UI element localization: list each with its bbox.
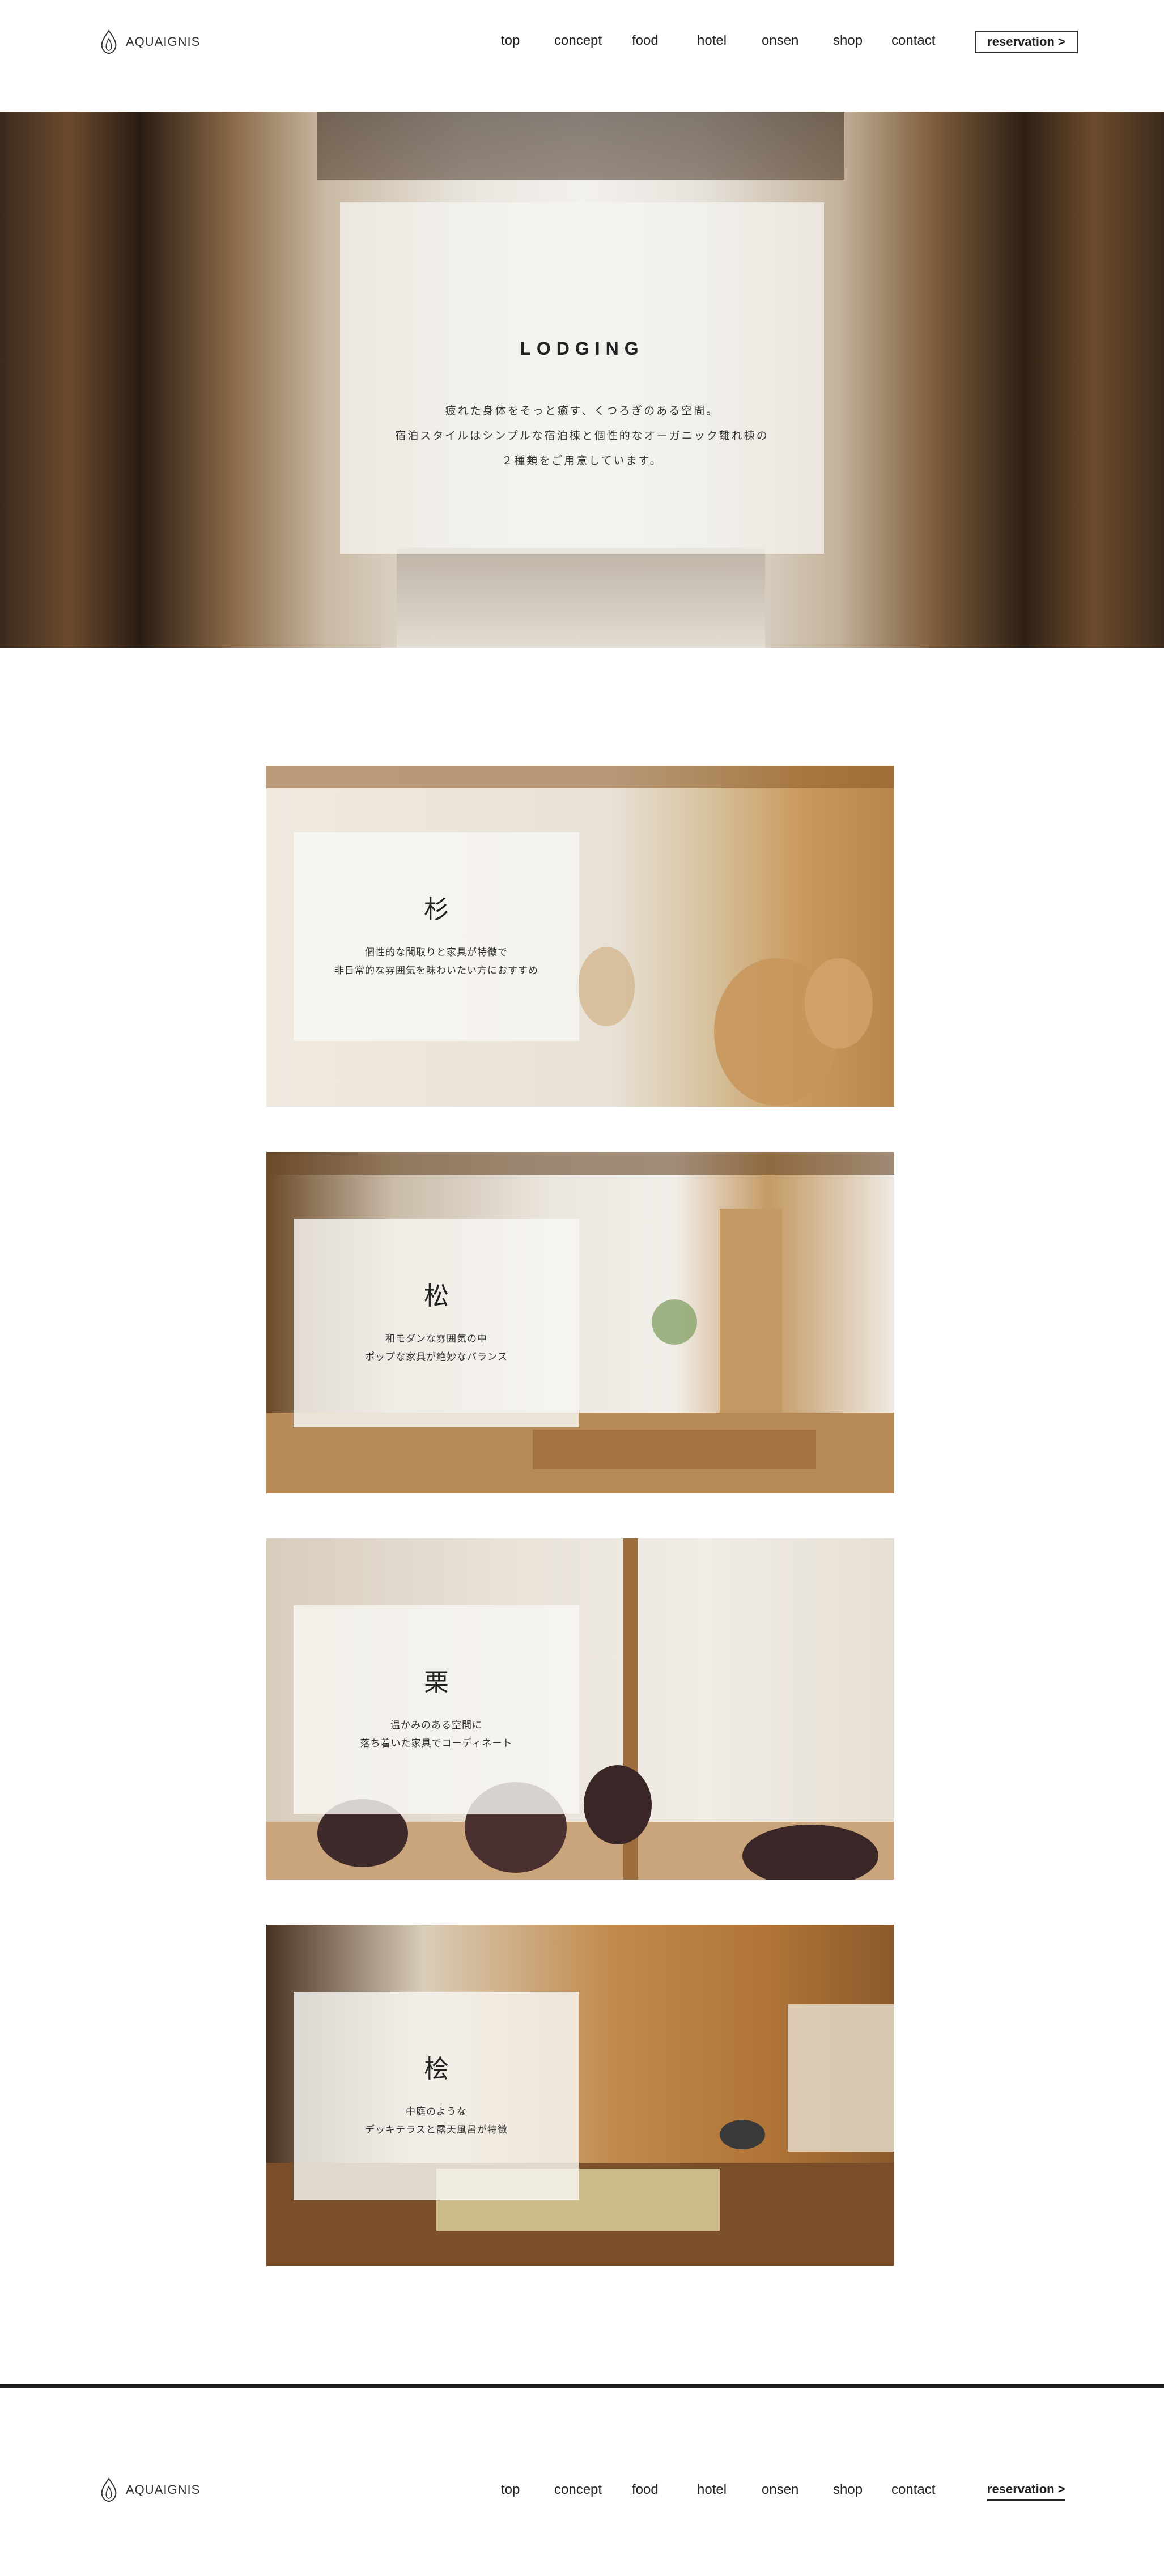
nav-food[interactable]: food	[632, 33, 659, 49]
nav-hotel[interactable]: hotel	[697, 33, 727, 49]
room-info-panel: 栗 温かみのある空間に 落ち着いた家具でコーディネート	[294, 1605, 579, 1814]
room-desc-line: 落ち着いた家具でコーディネート	[360, 1738, 513, 1749]
room-info-panel: 桧 中庭のような デッキテラスと露天風呂が特徴	[294, 1992, 579, 2200]
room-card-hinoki[interactable]: 桧 中庭のような デッキテラスと露天風呂が特徴	[266, 1925, 894, 2266]
room-description: 和モダンな雰囲気の中 ポップな家具が絶妙なバランス	[294, 1330, 579, 1366]
room-desc-line: 非日常的な雰囲気を味わいたい方におすすめ	[334, 965, 538, 976]
room-description: 温かみのある空間に 落ち着いた家具でコーディネート	[294, 1716, 579, 1753]
nav-concept[interactable]: concept	[554, 33, 602, 49]
footer-nav-contact[interactable]: contact	[891, 2482, 935, 2498]
room-desc-line: 温かみのある空間に	[390, 1720, 482, 1731]
room-desc-line: ポップな家具が絶妙なバランス	[365, 1351, 508, 1363]
room-description: 個性的な間取りと家具が特徴で 非日常的な雰囲気を味わいたい方におすすめ	[294, 943, 579, 980]
hero-floor	[397, 548, 765, 648]
room-card-matsu[interactable]: 松 和モダンな雰囲気の中 ポップな家具が絶妙なバランス	[266, 1152, 894, 1493]
site-footer: AQUAIGNIS top concept food hotel onsen s…	[0, 2388, 1164, 2576]
room-info-panel: 松 和モダンな雰囲気の中 ポップな家具が絶妙なバランス	[294, 1219, 579, 1427]
footer-nav-concept[interactable]: concept	[554, 2482, 602, 2498]
site-header: AQUAIGNIS top concept food hotel onsen s…	[0, 0, 1164, 85]
room-desc-line: 和モダンな雰囲気の中	[385, 1333, 487, 1345]
page-title: LODGING	[520, 338, 644, 359]
footer-reservation-link[interactable]: reservation >	[987, 2482, 1065, 2501]
room-name: 松	[424, 1282, 449, 1311]
room-card-sugi[interactable]: 杉 個性的な間取りと家具が特徴で 非日常的な雰囲気を味わいたい方におすすめ	[266, 766, 894, 1107]
nav-contact[interactable]: contact	[891, 33, 935, 49]
room-card-kuri[interactable]: 栗 温かみのある空間に 落ち着いた家具でコーディネート	[266, 1538, 894, 1880]
room-desc-line: デッキテラスと露天風呂が特徴	[365, 2124, 508, 2136]
hero-banner: LODGING 疲れた身体をそっと癒す、くつろぎのある空間。 宿泊スタイルはシン…	[0, 112, 1164, 648]
room-desc-line: 中庭のような	[406, 2106, 467, 2118]
footer-nav-top[interactable]: top	[501, 2482, 520, 2498]
hero-line: ２種類をご用意しています。	[502, 454, 662, 467]
hero-line: 疲れた身体をそっと癒す、くつろぎのある空間。	[445, 405, 719, 417]
room-description: 中庭のような デッキテラスと露天風呂が特徴	[294, 2103, 579, 2139]
nav-top[interactable]: top	[501, 33, 520, 49]
footer-nav-hotel[interactable]: hotel	[697, 2482, 727, 2498]
footer-nav-onsen[interactable]: onsen	[762, 2482, 798, 2498]
room-name: 杉	[424, 895, 449, 924]
room-desc-line: 個性的な間取りと家具が特徴で	[365, 947, 508, 958]
hero-ceiling-beams	[317, 112, 844, 180]
room-name: 桧	[424, 2055, 449, 2084]
room-name: 栗	[424, 1668, 449, 1697]
nav-shop[interactable]: shop	[833, 33, 863, 49]
hero-text-panel: LODGING 疲れた身体をそっと癒す、くつろぎのある空間。 宿泊スタイルはシン…	[340, 202, 824, 554]
footer-nav-shop[interactable]: shop	[833, 2482, 863, 2498]
nav-onsen[interactable]: onsen	[762, 33, 798, 49]
footer-nav-food[interactable]: food	[632, 2482, 659, 2498]
room-info-panel: 杉 個性的な間取りと家具が特徴で 非日常的な雰囲気を味わいたい方におすすめ	[294, 832, 579, 1041]
hero-description: 疲れた身体をそっと癒す、くつろぎのある空間。 宿泊スタイルはシンプルな宿泊棟と個…	[340, 398, 824, 473]
reservation-button[interactable]: reservation >	[975, 31, 1078, 53]
hero-line: 宿泊スタイルはシンプルな宿泊棟と個性的なオーガニック離れ棟の	[395, 430, 769, 442]
